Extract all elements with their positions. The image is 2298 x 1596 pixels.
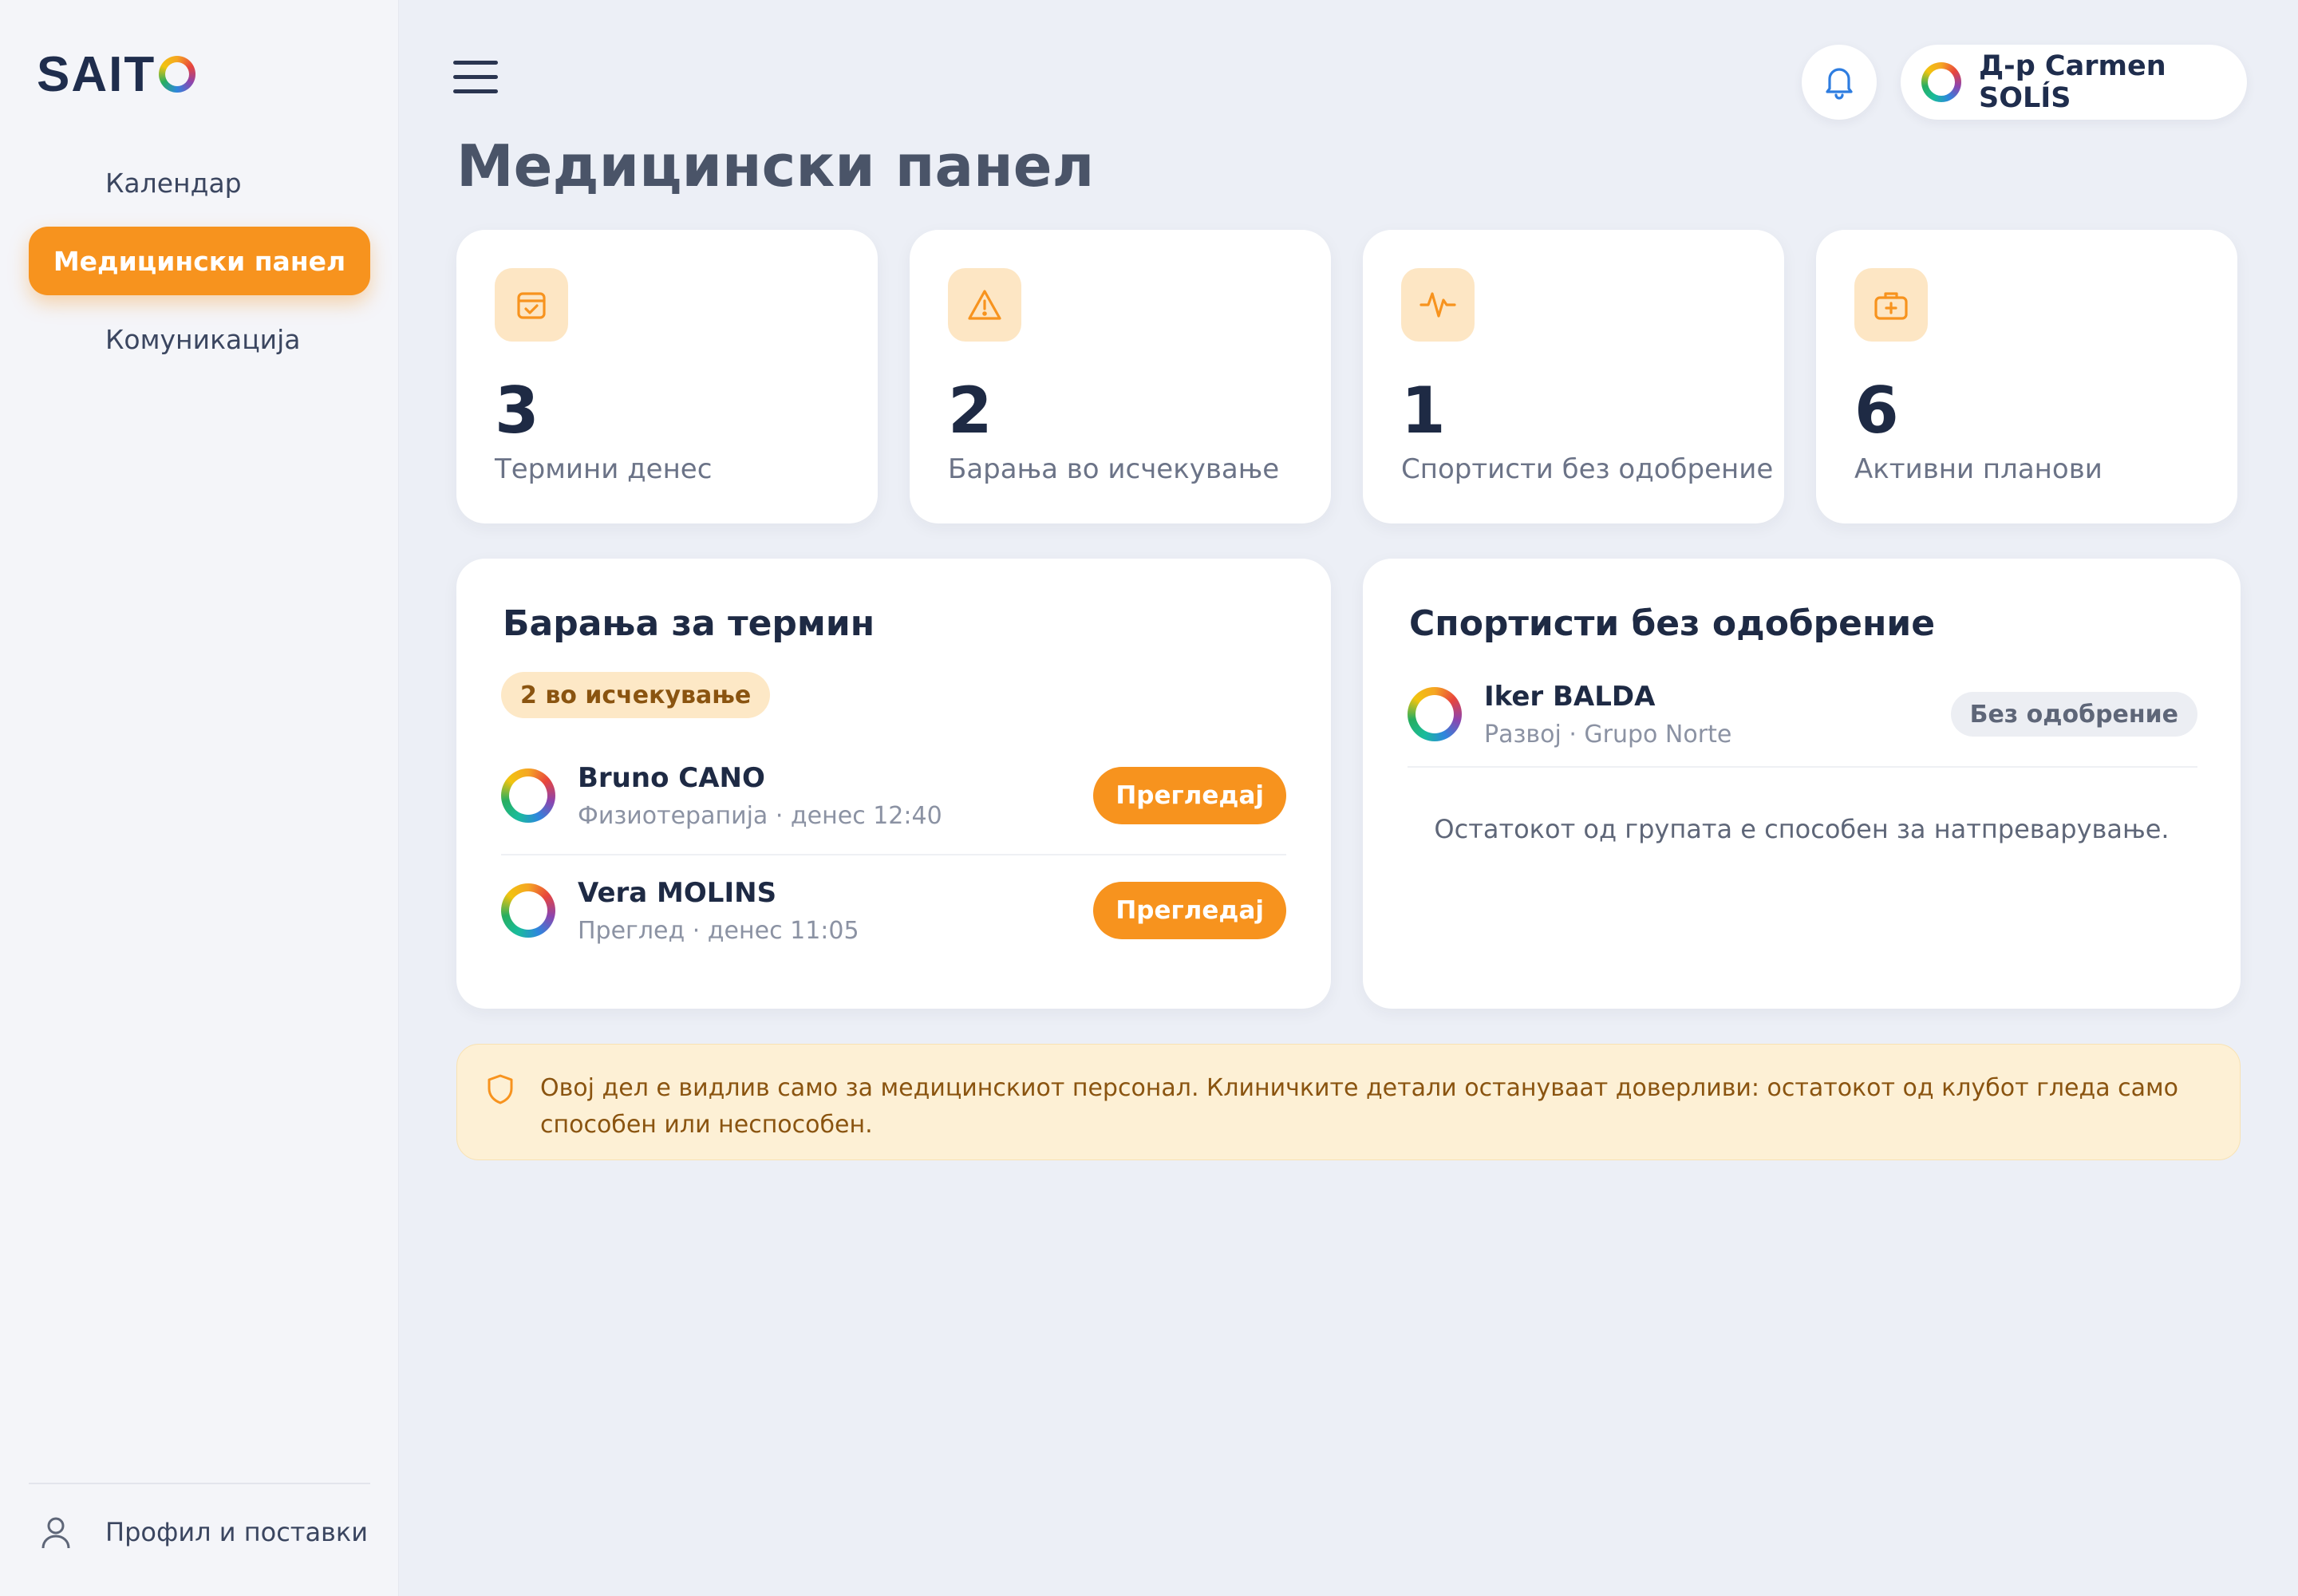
list-item-text: Vera MOLINS Преглед · денес 11:05	[578, 877, 1093, 945]
avatar	[501, 768, 555, 823]
patient-name: Vera MOLINS	[578, 876, 777, 909]
stat-value: 2	[948, 373, 993, 448]
appointment-detail: Преглед · денес 11:05	[578, 916, 859, 945]
sidebar-item-label: Медицински панел	[53, 245, 346, 277]
patient-name: Bruno CANO	[578, 761, 765, 794]
sidebar-item-label: Комуникација	[105, 323, 301, 355]
group-status-note: Остатокот од групата е способен за натпр…	[1434, 814, 2170, 844]
list-item-text: Bruno CANO Физиотерапија · денес 12:40	[578, 762, 1093, 830]
medical-kit-icon	[1854, 268, 1928, 342]
sidebar-divider	[29, 1483, 370, 1484]
pending-count-badge: 2 во исчекување	[501, 672, 771, 718]
stat-label: Спортисти без одобрение	[1401, 453, 1774, 485]
page-title: Медицински панел	[456, 132, 1095, 200]
review-button[interactable]: Прегледај	[1093, 882, 1286, 939]
list-item[interactable]: Iker BALDA Развој · Grupo Norte Без одоб…	[1408, 662, 2197, 766]
row-divider	[501, 854, 1286, 855]
athlete-name: Iker BALDA	[1484, 680, 1656, 713]
stat-label: Барања во исчекување	[948, 453, 1280, 485]
confidentiality-notice: Овој дел е видлив само за медицинскиот п…	[456, 1044, 2241, 1160]
pulse-icon	[1401, 268, 1475, 342]
list-item: Vera MOLINS Преглед · денес 11:05 Прегле…	[501, 859, 1286, 962]
avatar	[501, 883, 555, 938]
stat-value: 3	[495, 373, 539, 448]
stat-card-unapproved-athletes[interactable]: 1 Спортисти без одобрение	[1363, 230, 1784, 523]
hamburger-menu-icon[interactable]	[453, 59, 498, 96]
user-icon	[41, 1517, 70, 1549]
profile-settings-link[interactable]: Профил и поставки	[40, 1500, 368, 1564]
logo-text: SAIT	[37, 46, 156, 102]
row-divider	[1408, 766, 2197, 768]
appointment-detail: Физиотерапија · денес 12:40	[578, 801, 942, 830]
logo-ring-icon	[159, 56, 196, 93]
list-item: Bruno CANO Физиотерапија · денес 12:40 П…	[501, 744, 1286, 847]
app-logo[interactable]: SAIT	[37, 46, 196, 102]
warning-triangle-icon	[948, 268, 1021, 342]
review-button[interactable]: Прегледај	[1093, 767, 1286, 824]
panel-title: Спортисти без одобрение	[1409, 603, 1936, 644]
stat-card-active-plans[interactable]: 6 Активни планови	[1816, 230, 2237, 523]
notifications-button[interactable]	[1802, 45, 1877, 120]
avatar	[1921, 62, 1961, 102]
avatar	[1408, 687, 1462, 741]
list-item-text: Iker BALDA Развој · Grupo Norte	[1484, 681, 1951, 749]
notice-text: Овој дел е видлив само за медицинскиот п…	[540, 1074, 2179, 1139]
stat-card-appointments-today[interactable]: 3 Термини денес	[456, 230, 878, 523]
sidebar-item-communication[interactable]: Комуникација	[29, 305, 370, 373]
appointment-requests-panel: Барања за термин 2 во исчекување Bruno C…	[456, 559, 1331, 1009]
bell-icon	[1826, 68, 1853, 100]
calendar-check-icon	[495, 268, 568, 342]
sidebar-item-calendar[interactable]: Календар	[29, 148, 370, 217]
athlete-detail: Развој · Grupo Norte	[1484, 720, 1732, 749]
user-name: Д-р Carmen SOLÍS	[1979, 50, 2166, 114]
panel-title: Барања за термин	[503, 603, 875, 644]
unapproved-athletes-panel: Спортисти без одобрение Iker BALDA Разво…	[1363, 559, 2241, 1009]
profile-settings-label: Профил и поставки	[105, 1517, 369, 1547]
sidebar-nav: Календар Медицински панел Комуникација	[29, 148, 370, 383]
shield-icon	[488, 1074, 513, 1104]
sidebar: SAIT Календар Медицински панел Комуникац…	[0, 0, 399, 1596]
stat-label: Термини денес	[495, 453, 713, 485]
stat-label: Активни планови	[1854, 453, 2103, 485]
stat-value: 1	[1401, 373, 1446, 448]
user-menu[interactable]: Д-р Carmen SOLÍS	[1901, 45, 2247, 120]
status-badge: Без одобрение	[1950, 692, 2197, 737]
stat-value: 6	[1854, 373, 1899, 448]
stat-card-pending-requests[interactable]: 2 Барања во исчекување	[910, 230, 1331, 523]
sidebar-item-medical-panel[interactable]: Медицински панел	[29, 227, 370, 295]
sidebar-item-label: Календар	[105, 167, 242, 199]
